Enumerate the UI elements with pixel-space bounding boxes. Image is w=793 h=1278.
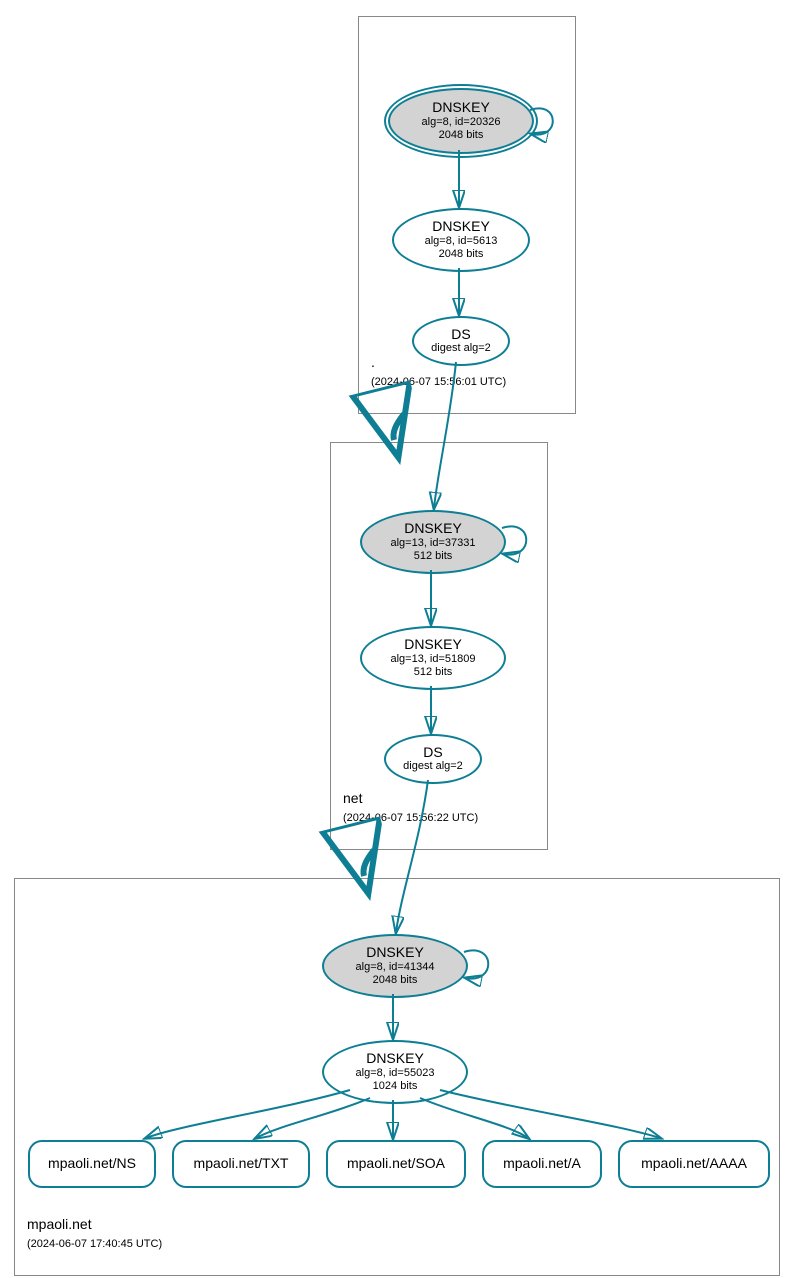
edge-zone-root-to-net bbox=[393, 414, 404, 440]
rrset-label: mpaoli.net/AAAA bbox=[641, 1156, 747, 1171]
ds-title: DS bbox=[423, 745, 442, 760]
ds-alg: digest alg=2 bbox=[431, 342, 491, 355]
ds-net: DS digest alg=2 bbox=[384, 734, 482, 784]
edge-zone-net-to-mpaoli bbox=[363, 850, 374, 876]
rrset-ns: mpaoli.net/NS bbox=[28, 1140, 156, 1188]
dnskey-alg: alg=8, id=5613 bbox=[425, 235, 498, 248]
zone-root-timestamp: (2024-06-07 15:56:01 UTC) bbox=[371, 376, 506, 388]
rrset-label: mpaoli.net/SOA bbox=[347, 1156, 445, 1171]
rrset-soa: mpaoli.net/SOA bbox=[326, 1140, 466, 1188]
dnskey-mpaoli-zsk: DNSKEY alg=8, id=55023 1024 bits bbox=[322, 1040, 468, 1104]
zone-net-name: net bbox=[343, 790, 362, 806]
dnskey-mpaoli-ksk: DNSKEY alg=8, id=41344 2048 bits bbox=[322, 934, 468, 998]
dnskey-title: DNSKEY bbox=[404, 521, 462, 536]
dnskey-alg: alg=13, id=37331 bbox=[390, 537, 475, 550]
dnskey-bits: 2048 bits bbox=[373, 974, 418, 987]
zone-mpaoli-timestamp: (2024-06-07 17:40:45 UTC) bbox=[27, 1238, 162, 1250]
ds-title: DS bbox=[451, 327, 470, 342]
dnskey-title: DNSKEY bbox=[366, 1051, 424, 1066]
dnskey-net-ksk: DNSKEY alg=13, id=37331 512 bits bbox=[360, 510, 506, 574]
dnskey-bits: 512 bits bbox=[414, 666, 453, 679]
zone-net-timestamp: (2024-06-07 15:56:22 UTC) bbox=[343, 812, 478, 824]
rrset-txt: mpaoli.net/TXT bbox=[172, 1140, 310, 1188]
dnskey-root-zsk: DNSKEY alg=8, id=5613 2048 bits bbox=[392, 208, 530, 272]
dnskey-bits: 2048 bits bbox=[439, 129, 484, 142]
dnskey-bits: 1024 bits bbox=[373, 1080, 418, 1093]
rrset-a: mpaoli.net/A bbox=[482, 1140, 602, 1188]
zone-mpaoli-label: mpaoli.net (2024-06-07 17:40:45 UTC) bbox=[27, 1215, 162, 1251]
dnskey-alg: alg=8, id=41344 bbox=[356, 961, 435, 974]
rrset-label: mpaoli.net/A bbox=[503, 1156, 581, 1171]
dnskey-title: DNSKEY bbox=[432, 219, 490, 234]
dnskey-alg: alg=8, id=20326 bbox=[422, 116, 501, 129]
zone-net-label: net (2024-06-07 15:56:22 UTC) bbox=[343, 789, 478, 825]
dnskey-root-ksk: DNSKEY alg=8, id=20326 2048 bits bbox=[388, 88, 534, 154]
ds-root: DS digest alg=2 bbox=[412, 316, 510, 366]
dnskey-alg: alg=13, id=51809 bbox=[390, 653, 475, 666]
dnskey-net-zsk: DNSKEY alg=13, id=51809 512 bits bbox=[360, 626, 506, 690]
rrset-aaaa: mpaoli.net/AAAA bbox=[618, 1140, 770, 1188]
rrset-label: mpaoli.net/NS bbox=[48, 1156, 136, 1171]
dnskey-title: DNSKEY bbox=[432, 100, 490, 115]
dnskey-title: DNSKEY bbox=[366, 945, 424, 960]
ds-alg: digest alg=2 bbox=[403, 760, 463, 773]
zone-mpaoli-name: mpaoli.net bbox=[27, 1216, 92, 1232]
dnskey-bits: 512 bits bbox=[414, 550, 453, 563]
zone-root-name: . bbox=[371, 354, 375, 370]
dnskey-title: DNSKEY bbox=[404, 637, 462, 652]
rrset-label: mpaoli.net/TXT bbox=[194, 1156, 289, 1171]
dnskey-bits: 2048 bits bbox=[439, 248, 484, 261]
dnskey-alg: alg=8, id=55023 bbox=[356, 1067, 435, 1080]
